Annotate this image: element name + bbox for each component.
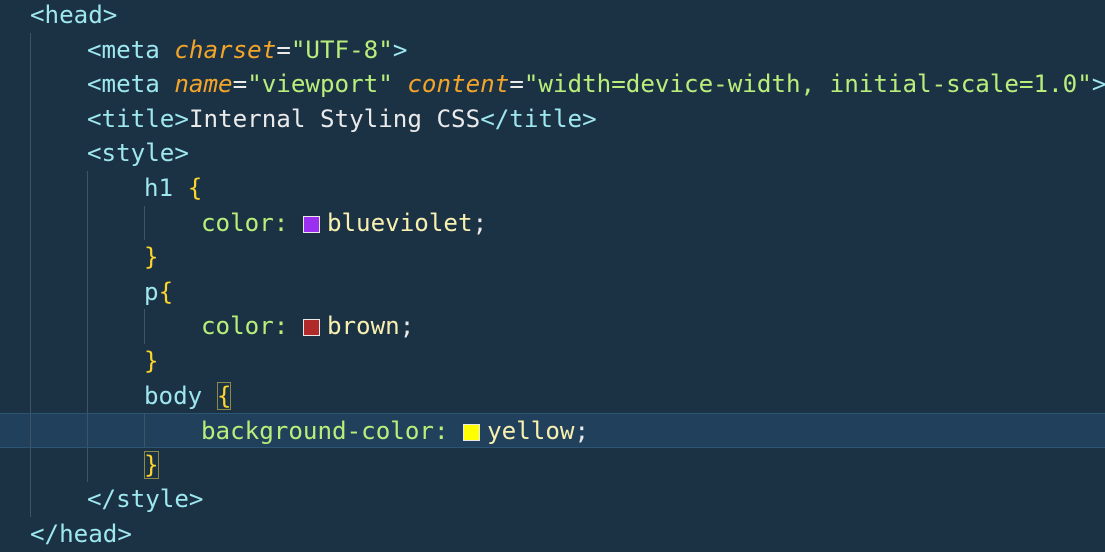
code-token-prop: color: bbox=[201, 312, 303, 341]
code-token-brace: { bbox=[216, 381, 232, 410]
code-line[interactable]: } bbox=[0, 240, 1105, 275]
code-token-txt: Internal Styling CSS bbox=[188, 104, 481, 133]
code-token-brace: } bbox=[144, 243, 159, 272]
code-token-brace: { bbox=[158, 277, 174, 306]
code-line-content: color: blueviolet; bbox=[201, 206, 487, 241]
indent-guide bbox=[30, 32, 31, 517]
code-line-content: h1 { bbox=[144, 171, 202, 206]
code-line-content: </style> bbox=[87, 482, 204, 517]
code-line[interactable]: <style> bbox=[0, 136, 1105, 171]
code-line-content: color: brown; bbox=[201, 309, 414, 344]
code-line[interactable]: <title>Internal Styling CSS</title> bbox=[0, 102, 1105, 137]
code-token-punc: ; bbox=[472, 208, 488, 237]
code-token-tag: <meta bbox=[87, 35, 175, 64]
code-token-tag: </title> bbox=[480, 104, 597, 133]
code-token-attr: content bbox=[407, 70, 510, 99]
code-token-sel: h1 bbox=[144, 174, 188, 202]
code-line[interactable]: </head> bbox=[0, 517, 1105, 552]
code-token-val: yellow bbox=[487, 417, 575, 446]
indent-guide bbox=[144, 309, 145, 344]
code-token-tag: <head> bbox=[30, 1, 118, 29]
code-line-content: } bbox=[144, 240, 159, 275]
code-token-brace: { bbox=[187, 174, 203, 202]
code-line-content: background-color: yellow; bbox=[201, 414, 589, 449]
code-token-punc: = bbox=[509, 70, 524, 99]
code-line-content: } bbox=[144, 448, 159, 483]
code-token-tag: <style> bbox=[87, 139, 189, 168]
code-token-punc: = bbox=[276, 35, 291, 64]
indent-guide bbox=[144, 413, 145, 448]
code-line[interactable]: color: brown; bbox=[0, 309, 1105, 344]
code-token-prop: color: bbox=[201, 208, 303, 237]
code-line-content: <head> bbox=[30, 0, 117, 33]
code-line-content: </head> bbox=[30, 517, 132, 552]
code-token-val: brown bbox=[326, 312, 400, 341]
code-line[interactable]: <meta name="viewport" content="width=dev… bbox=[0, 67, 1105, 102]
code-line[interactable]: p{ bbox=[0, 275, 1105, 310]
code-token-punc: = bbox=[232, 70, 248, 99]
code-token-val: blueviolet bbox=[326, 208, 473, 237]
code-token-tag: > bbox=[1091, 70, 1105, 99]
code-token-punc: ; bbox=[574, 417, 590, 446]
color-swatch-icon[interactable] bbox=[302, 215, 320, 233]
code-token-str: "width=device-width, initial-scale=1.0" bbox=[523, 70, 1092, 99]
code-token-brace: } bbox=[144, 347, 159, 375]
code-line[interactable]: <meta charset="UTF-8"> bbox=[0, 33, 1105, 68]
code-token-sel: p bbox=[144, 277, 159, 306]
code-line-content: body { bbox=[144, 379, 232, 414]
code-line-content: p{ bbox=[144, 275, 173, 310]
code-token-attr: charset bbox=[174, 35, 277, 64]
indent-guide bbox=[144, 205, 145, 241]
code-token-str: "UTF-8" bbox=[290, 35, 393, 64]
code-line-content: <title>Internal Styling CSS</title> bbox=[87, 102, 597, 137]
code-token-prop: background-color: bbox=[201, 417, 464, 446]
code-line[interactable]: background-color: yellow; bbox=[0, 413, 1105, 448]
code-line[interactable]: h1 { bbox=[0, 171, 1105, 206]
code-line-content: } bbox=[144, 344, 159, 379]
color-swatch-icon[interactable] bbox=[463, 424, 481, 442]
code-token-sel: body bbox=[144, 381, 217, 410]
code-line[interactable]: } bbox=[0, 448, 1105, 483]
code-editor[interactable]: <head> <meta charset="UTF-8"> <meta name="… bbox=[0, 0, 1105, 552]
code-line-content: <style> bbox=[87, 136, 189, 171]
code-token-brace: } bbox=[144, 450, 159, 479]
color-swatch-icon[interactable] bbox=[302, 319, 320, 337]
code-token-str: "viewport" bbox=[247, 70, 408, 99]
code-token-punc: ; bbox=[399, 312, 415, 341]
code-token-tag: </style> bbox=[87, 485, 204, 514]
code-line[interactable]: color: blueviolet; bbox=[0, 206, 1105, 241]
code-line-content: <meta name="viewport" content="width=dev… bbox=[87, 67, 1105, 102]
code-line[interactable]: body { bbox=[0, 379, 1105, 414]
code-token-tag: <title> bbox=[87, 104, 189, 133]
indent-guide bbox=[87, 171, 88, 483]
code-line[interactable]: } bbox=[0, 344, 1105, 379]
code-token-attr: name bbox=[174, 70, 233, 99]
code-token-tag: <meta bbox=[87, 70, 175, 99]
code-line-content: <meta charset="UTF-8"> bbox=[87, 33, 407, 68]
code-line[interactable]: <head> bbox=[0, 0, 1105, 33]
code-token-tag: > bbox=[392, 35, 408, 64]
code-token-tag: </head> bbox=[30, 520, 132, 548]
code-line[interactable]: </style> bbox=[0, 482, 1105, 517]
